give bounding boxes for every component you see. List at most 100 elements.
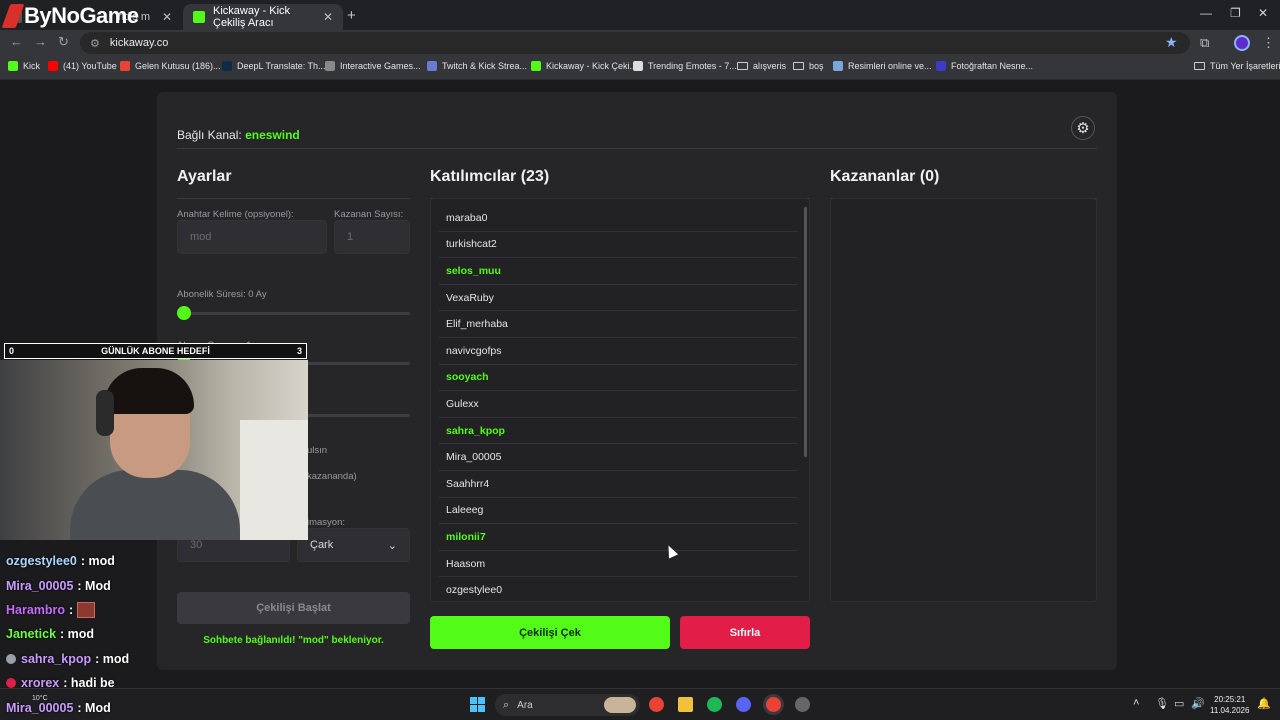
tray-chevron-icon[interactable]: ˄	[1133, 697, 1139, 709]
close-tab-icon[interactable]: ✕	[323, 10, 333, 24]
bookmark-star-icon[interactable]: ★	[1165, 34, 1178, 51]
bookmark-item[interactable]: (41) YouTube	[48, 61, 117, 71]
app-icon[interactable]	[795, 697, 810, 712]
reset-button[interactable]: Sıfırla	[680, 616, 810, 649]
keyword-input[interactable]: mod	[177, 220, 327, 254]
winners-title: Kazananlar (0)	[830, 168, 940, 185]
winner-count-input[interactable]: 1	[334, 220, 410, 254]
participant-row: milonii7	[439, 524, 797, 551]
taskbar-search[interactable]: ⌕ Ara	[495, 694, 640, 716]
discord-icon[interactable]	[736, 697, 751, 712]
extensions-icon[interactable]: ⧉	[1200, 35, 1209, 51]
kick-favicon-icon	[193, 11, 205, 23]
bookmark-item[interactable]: Fotoğraftan Nesne...	[936, 61, 1033, 71]
participant-row: Mira_00005	[439, 444, 797, 471]
notification-bell-icon[interactable]: 🔔	[1257, 697, 1271, 710]
participant-row: navivcgofps	[439, 338, 797, 365]
option-label: kazananda)	[307, 471, 357, 482]
chat-text: : mod	[80, 554, 115, 569]
all-bookmarks-folder[interactable]: Tüm Yer İşaretleri	[1194, 61, 1280, 71]
spotify-icon[interactable]	[707, 697, 722, 712]
connected-label: Bağlı Kanal:	[177, 128, 242, 142]
chat-username: xrorex	[21, 676, 60, 691]
logo-text: ByNoGame	[24, 3, 139, 28]
goal-label: GÜNLÜK ABONE HEDEFİ	[101, 346, 210, 356]
new-tab-icon[interactable]: +	[347, 7, 356, 24]
chat-message: ozgestylee0: mod	[6, 549, 306, 573]
sub-duration-slider-handle[interactable]	[177, 306, 191, 320]
participant-row: ozgestylee0	[439, 577, 797, 601]
chat-username: Mira_00005	[6, 700, 74, 715]
bookmark-item[interactable]: Resimleri online ve...	[833, 61, 932, 71]
participant-row: Haasom	[439, 551, 797, 578]
menu-kebab-icon[interactable]: ⋮	[1262, 35, 1275, 51]
participant-row: Elif_merhaba	[439, 311, 797, 338]
sub-duration-slider[interactable]	[177, 312, 410, 315]
browser-tab-active[interactable]: Kickaway - Kick Çekiliş Aracı ✕	[183, 4, 343, 30]
close-window-icon[interactable]: ✕	[1258, 6, 1268, 20]
bookmark-item[interactable]: Trending Emotes - 7...	[633, 61, 737, 71]
divider	[177, 148, 1097, 149]
participant-row: sahra_kpop	[439, 418, 797, 445]
webcam-feed	[0, 360, 308, 540]
url-field[interactable]: ⚙ kickaway.co	[80, 32, 1190, 54]
chat-text: :	[69, 602, 74, 617]
minimize-icon[interactable]: —	[1200, 6, 1212, 20]
chat-text: : Mod	[77, 578, 111, 593]
reload-icon[interactable]: ↻	[58, 34, 69, 50]
participant-row: VexaRuby	[439, 285, 797, 312]
chrome-active-icon[interactable]	[766, 697, 781, 712]
bookmark-item[interactable]: Twitch & Kick Strea...	[427, 61, 527, 71]
volume-icon[interactable]: 🔊	[1191, 697, 1205, 710]
profile-avatar[interactable]	[1234, 35, 1250, 51]
bookmark-item[interactable]: Kick	[8, 61, 40, 71]
microphone-icon[interactable]: 🎙	[1155, 697, 1169, 710]
participants-title: Katılımcılar (23)	[430, 168, 550, 185]
search-highlight-icon	[604, 697, 636, 713]
participants-list[interactable]: maraba0 turkishcat2 selos_muu VexaRuby Elif_…	[430, 198, 810, 602]
bookmark-item[interactable]: Gelen Kutusu (186)...	[120, 61, 221, 71]
bookmark-item[interactable]: Interactive Games...	[325, 61, 421, 71]
participant-row: turkishcat2	[439, 232, 797, 259]
back-icon[interactable]: ←	[10, 34, 23, 49]
address-bar-row: ← → ↻ ⚙ kickaway.co ★ ⧉ ⋮	[0, 30, 1280, 56]
participants-scrollbar[interactable]	[804, 207, 807, 457]
chat-username: sahra_kpop	[21, 651, 92, 666]
network-icon[interactable]: ▭	[1174, 697, 1184, 710]
chat-text: : mod	[60, 627, 95, 642]
chrome-app-icon[interactable]	[649, 697, 664, 712]
search-icon: ⌕	[503, 698, 510, 711]
chat-message: Mira_00005: Mod	[6, 695, 306, 719]
chat-username: ozgestylee0	[6, 554, 77, 569]
close-tab-icon[interactable]: ✕	[162, 10, 172, 24]
forward-icon[interactable]: →	[34, 34, 47, 49]
participant-row: sooyach	[439, 365, 797, 392]
channel-name: eneswind	[245, 128, 300, 142]
stream-chat-overlay: ozgestylee0: mod Mira_00005: Mod Harambro:…	[6, 549, 306, 720]
url-text: kickaway.co	[109, 37, 169, 49]
file-explorer-icon[interactable]	[678, 697, 693, 712]
restore-icon[interactable]: ❐	[1230, 6, 1241, 20]
bookmark-item[interactable]: Kickaway - Kick Çeki...	[531, 61, 637, 71]
bookmark-folder[interactable]: boş	[793, 61, 824, 71]
logo-mark-icon	[1, 4, 25, 28]
bookmark-item[interactable]: DeepL Translate: Th...	[222, 61, 326, 71]
sub-duration-label: Abonelik Süresi: 0 Ay	[177, 289, 267, 300]
clock-date: 11.04.2026	[1210, 706, 1250, 715]
animation-label: imasyon:	[307, 517, 346, 528]
chat-badge-icon	[6, 653, 16, 664]
bookmark-folder[interactable]: alışveris	[737, 61, 786, 71]
search-placeholder: Ara	[517, 699, 533, 711]
chat-username: Harambro	[6, 602, 66, 617]
chat-text: : mod	[95, 651, 130, 666]
goal-target: 3	[296, 346, 302, 356]
chat-badge-icon	[6, 678, 16, 689]
draw-giveaway-button[interactable]: Çekilişi Çek	[430, 616, 670, 649]
taskbar-clock[interactable]: 20:25:21 11.04.2026	[1210, 694, 1249, 716]
site-info-icon[interactable]: ⚙	[90, 37, 100, 50]
animation-select[interactable]: Çark ⌄	[297, 528, 410, 562]
windows-start-icon[interactable]	[470, 697, 485, 712]
settings-gear-icon[interactable]: ⚙	[1071, 116, 1095, 140]
headset-icon	[96, 390, 114, 436]
chat-text: : hadi be	[63, 676, 115, 691]
